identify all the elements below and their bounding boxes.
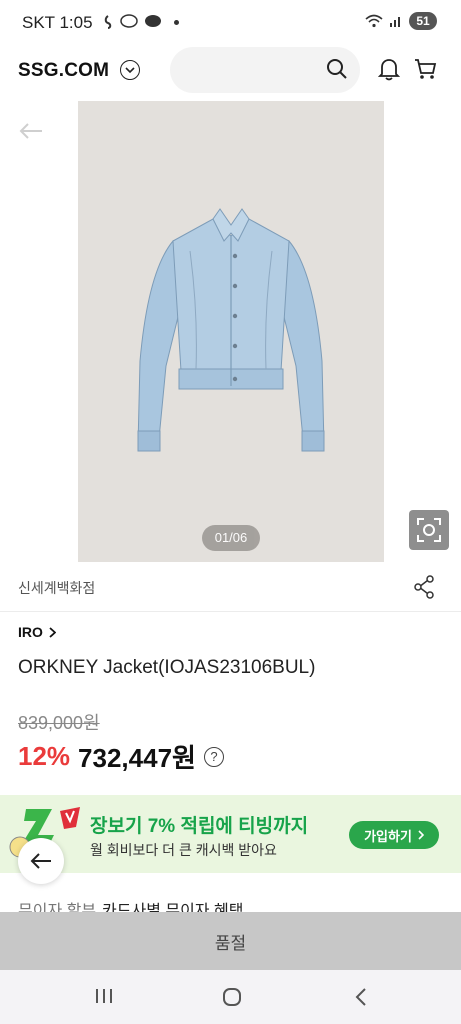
chevron-right-icon bbox=[49, 626, 56, 638]
product-name: ORKNEY Jacket(IOJAS23106BUL) bbox=[18, 657, 316, 678]
more-dot bbox=[174, 19, 179, 25]
join-button[interactable]: 가입하기 bbox=[349, 821, 439, 849]
signal-icon bbox=[390, 17, 400, 27]
discount-rate: 12% bbox=[18, 741, 71, 771]
notification-icon bbox=[104, 15, 112, 29]
store-name[interactable]: 신세계백화점 bbox=[18, 578, 95, 598]
join-button-label: 가입하기 bbox=[364, 828, 412, 844]
bell-icon[interactable] bbox=[377, 57, 401, 86]
arrow-left-icon bbox=[30, 853, 51, 869]
cart-icon[interactable] bbox=[413, 57, 437, 86]
lens-icon bbox=[417, 518, 441, 542]
site-logo[interactable]: SSG.COM bbox=[18, 60, 109, 82]
chat-icon bbox=[145, 15, 161, 27]
wifi-icon bbox=[365, 14, 383, 28]
original-price: 839,000원 bbox=[18, 713, 100, 733]
floating-back-button[interactable] bbox=[18, 838, 64, 884]
product-gallery[interactable]: 01/06 bbox=[0, 101, 461, 562]
chevron-right-icon bbox=[418, 830, 424, 840]
search-icon[interactable] bbox=[326, 58, 348, 85]
top-header: SSG.COM bbox=[0, 46, 461, 101]
system-nav-bar bbox=[0, 970, 461, 1024]
promo-title: 장보기 7% 적립에 티빙까지 bbox=[90, 816, 309, 837]
status-time: SKT 1:05 bbox=[22, 13, 93, 32]
talk-icon bbox=[120, 14, 138, 28]
chevron-down-icon[interactable] bbox=[120, 60, 140, 80]
share-icon[interactable] bbox=[413, 575, 435, 604]
prev-image-arrow-icon[interactable] bbox=[18, 121, 44, 146]
system-icons: 51 bbox=[365, 12, 437, 30]
home-icon[interactable] bbox=[222, 987, 242, 1012]
store-row: 신세계백화점 bbox=[0, 562, 461, 612]
search-box[interactable] bbox=[170, 47, 360, 93]
membership-promo-banner[interactable]: 장보기 7% 적립에 티빙까지 월 회비보다 더 큰 캐시백 받아요 가입하기 bbox=[0, 795, 461, 873]
price-help-icon[interactable]: ? bbox=[203, 746, 224, 767]
search-input[interactable] bbox=[186, 47, 326, 93]
brand-name: IRO bbox=[18, 624, 43, 640]
product-image[interactable] bbox=[78, 101, 384, 562]
soldout-button[interactable]: 품절 bbox=[0, 912, 461, 970]
back-icon[interactable] bbox=[354, 987, 368, 1012]
sale-price: 732,447원 bbox=[78, 743, 196, 773]
recent-apps-icon[interactable] bbox=[94, 987, 114, 1010]
image-search-button[interactable] bbox=[409, 510, 449, 550]
price-row: 12% 732,447원 ? bbox=[18, 738, 224, 775]
brand-link[interactable]: IRO bbox=[18, 624, 56, 640]
jacket-illustration bbox=[137, 208, 325, 452]
notification-icons bbox=[102, 14, 179, 30]
promo-subtitle: 월 회비보다 더 큰 캐시백 받아요 bbox=[90, 842, 277, 858]
image-counter: 01/06 bbox=[202, 525, 260, 551]
status-bar: SKT 1:05 51 bbox=[0, 0, 461, 46]
battery-indicator: 51 bbox=[409, 12, 437, 30]
